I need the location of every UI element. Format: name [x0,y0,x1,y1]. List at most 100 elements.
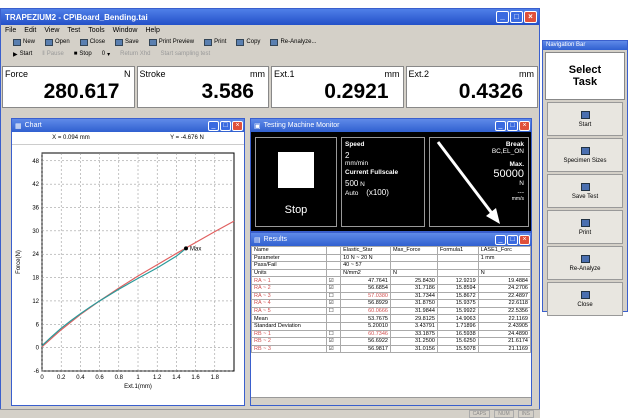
table-row[interactable]: Units N/mm2 N N [251,268,532,278]
pause-label: Pause [46,51,64,57]
table-row[interactable]: RB ~ 3 ☑ 56.9817 31.0156 15.5078 21.1169 [251,344,532,354]
caps-indicator: CAPS [468,410,491,418]
table-row[interactable]: RA ~ 1 ☑ 47.7641 25.8430 12.9219 19.4884 [251,276,532,285]
copy-button[interactable]: Copy [236,38,260,46]
reanalyze-button[interactable]: Re-Analyze... [270,38,316,46]
return-xhd-button[interactable]: Return Xhd [120,51,150,57]
y-tick-label: 6 [36,322,40,328]
row-checkbox[interactable]: ☑ [325,299,342,308]
save-button[interactable]: Save [115,38,139,46]
nav-start-button[interactable]: Start [547,102,623,136]
fullscale-label: Current Fullscale [345,169,399,176]
table-row[interactable]: Pass/Fail 40 ~ 57 [251,261,532,270]
row-name-cell: RA ~ 1 [251,276,327,285]
row-checkbox[interactable]: ☐ [325,291,342,301]
row-name-cell: RB ~ 3 [251,344,327,354]
y-tick-label: 0 [36,346,40,352]
row-checkbox[interactable] [325,253,342,263]
row-checkbox[interactable] [325,321,342,331]
results-close-button[interactable]: × [519,234,530,245]
table-row[interactable]: Name Elastic_Star Max_Force Formula1 LASE1_F… [251,246,532,255]
row-checkbox[interactable] [325,268,342,278]
stroke-label: Stroke [139,69,166,79]
nav-print-button[interactable]: Print [547,210,623,244]
stroke-readout: Stroke mm 3.586 [136,66,269,108]
sampling-test-button[interactable]: Start sampling test [160,51,210,57]
play-icon: ▶ [13,51,18,58]
row-checkbox[interactable]: ☑ [325,337,342,346]
formula-cell [436,261,479,270]
minimize-button[interactable]: _ [496,11,509,23]
menu-view[interactable]: View [44,27,59,34]
pause-button[interactable]: ‖ Pause [42,51,64,57]
nav-specimen-sizes-button[interactable]: Specimen Sizes [547,138,623,172]
monitor-close-button[interactable]: × [519,120,530,131]
max-force-cell: 31.2500 [389,337,438,346]
lase-force-cell: 2.43905 [477,321,532,331]
close-button[interactable]: × [524,11,537,23]
stop-button[interactable]: ■ Stop [74,51,92,57]
fullscale-value: 500 [345,179,359,188]
row-checkbox[interactable]: ☐ [325,329,342,339]
table-row[interactable]: RA ~ 4 ☑ 56.8929 31.8750 15.9375 22.6118 [251,299,532,308]
results-minimize-button[interactable]: _ [495,234,506,245]
row-checkbox[interactable]: ☐ [325,306,342,316]
table-row[interactable]: Mean 53.7675 29.8125 14.9063 22.1169 [251,314,532,323]
row-checkbox[interactable] [325,261,342,270]
nav-save-test-button[interactable]: Save Test [547,174,623,208]
menu-file[interactable]: File [5,27,16,34]
close-file-button[interactable]: Close [79,38,105,46]
num-indicator: NUM [494,410,514,418]
results-scrollbar[interactable] [251,397,531,405]
table-row[interactable]: Parameter 10 N ~ 20 N 1 mm [251,253,532,263]
x-readout: X = 0.094 mm [52,135,90,141]
table-row[interactable]: RB ~ 1 ☐ 60.7346 33.1875 16.5938 24.4890 [251,329,532,339]
row-checkbox[interactable]: ☑ [325,283,342,293]
table-row[interactable]: RA ~ 2 ☑ 56.6854 31.7186 15.8594 24.2706 [251,283,532,293]
row-checkbox[interactable]: ☑ [325,344,342,354]
speed-value: 2 [345,151,350,160]
elastic-cell: 53.7675 [340,314,391,323]
start-button[interactable]: ▶ Start [13,51,32,58]
menu-tools[interactable]: Tools [88,27,104,34]
monitor-minimize-button[interactable]: _ [495,120,506,131]
table-row[interactable]: RB ~ 2 ☑ 56.6922 31.2500 15.6250 21.6174 [251,337,532,346]
pause-icon: ‖ [42,51,45,57]
lase-force-cell: N [477,268,532,278]
status-bar: CAPS NUM INS [0,409,540,418]
print-preview-button[interactable]: Print Preview [148,38,194,46]
elastic-cell: 56.6854 [340,283,391,293]
table-row[interactable]: Standard Deviation 5.20010 3.43791 1.71896 2… [251,321,532,331]
x-tick-label: 1.4 [172,375,181,381]
elastic-cell: 40 ~ 57 [340,261,391,270]
menu-help[interactable]: Help [145,27,159,34]
menu-edit[interactable]: Edit [24,27,36,34]
chart-maximize-button[interactable]: □ [220,120,231,131]
chart-close-button[interactable]: × [232,120,243,131]
table-row[interactable]: RA ~ 3 ☐ 57.0380 31.7344 15.8672 22.4897 [251,291,532,301]
chart-minimize-button[interactable]: _ [208,120,219,131]
stop-value-dropdown[interactable]: 0 ▾ [102,51,110,58]
max-force-cell: N [389,268,438,278]
table-row[interactable]: RA ~ 5 ☐ 60.0666 31.9844 15.9922 22.5356 [251,306,532,316]
open-button[interactable]: Open [45,38,70,46]
menu-test[interactable]: Test [67,27,80,34]
x-tick-label: 0.4 [76,375,85,381]
menu-window[interactable]: Window [113,27,138,34]
force-extension-chart[interactable]: 0 0.2 0.4 0.6 0.8 1 1.2 1.4 1.6 1.8-6061218243036… [12,145,244,405]
row-checkbox[interactable]: ☑ [325,276,342,285]
nav-reanalyze-button[interactable]: Re-Analyze [547,246,623,280]
nav-close-button[interactable]: Close [547,282,623,316]
x-tick-label: 0.6 [95,375,104,381]
row-checkbox[interactable] [325,246,342,255]
print-button[interactable]: Print [204,38,226,46]
results-maximize-button[interactable]: □ [507,234,518,245]
play-icon [580,110,590,119]
row-checkbox[interactable] [325,314,342,323]
stop-value: 0 [101,51,106,57]
new-button[interactable]: New [13,38,35,46]
printer-icon [580,218,590,227]
monitor-maximize-button[interactable]: □ [507,120,518,131]
select-task-label: Select Task [545,52,625,100]
maximize-button[interactable]: □ [510,11,523,23]
